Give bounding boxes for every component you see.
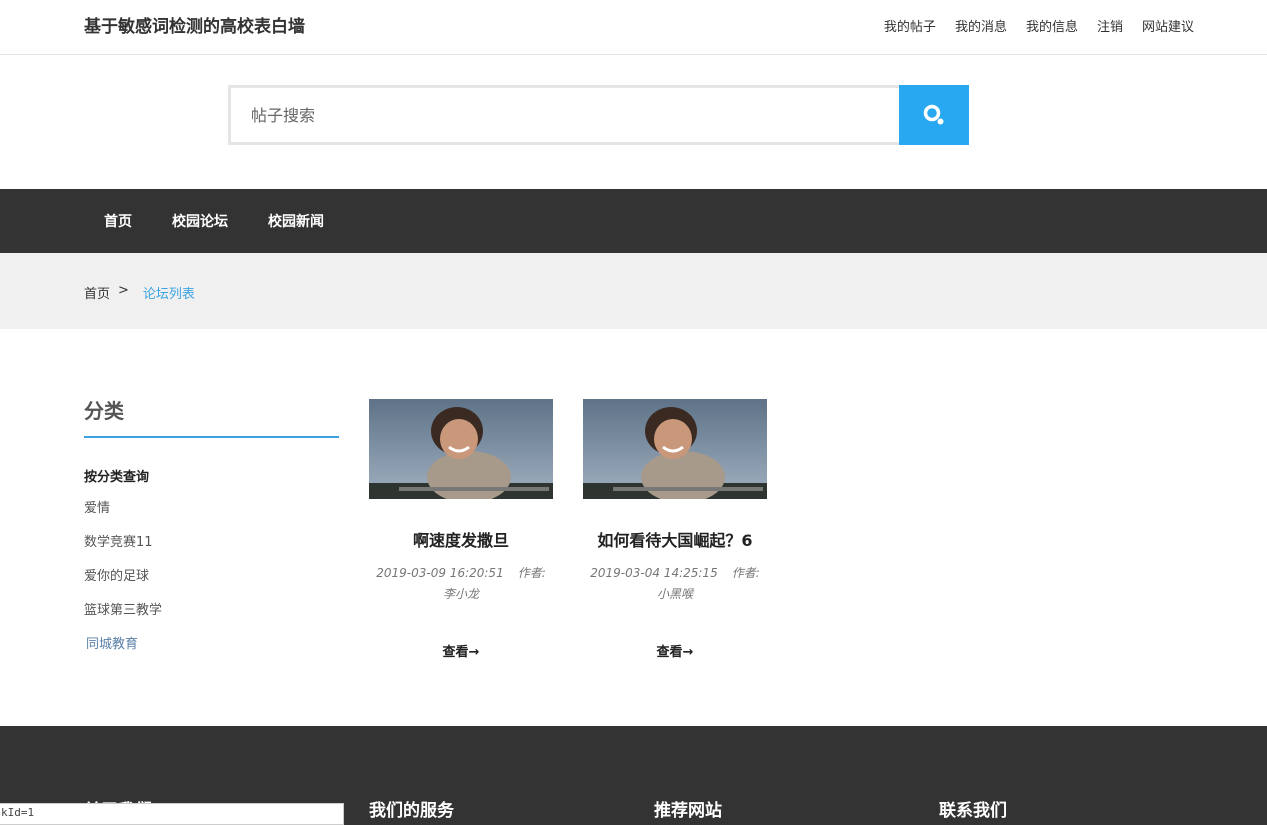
nav-my-info[interactable]: 我的信息 bbox=[1026, 16, 1078, 35]
main-nav-news[interactable]: 校园新闻 bbox=[268, 211, 324, 231]
breadcrumb-current: 论坛列表 bbox=[142, 287, 195, 302]
search-icon bbox=[923, 104, 944, 125]
category-item[interactable]: 爱你的足球 bbox=[84, 567, 339, 601]
site-title[interactable]: 基于敏感词检测的高校表白墙 bbox=[84, 12, 305, 37]
breadcrumb-separator: > bbox=[118, 283, 129, 298]
category-item[interactable]: 篮球第三教学 bbox=[84, 601, 339, 635]
nav-my-posts[interactable]: 我的帖子 bbox=[884, 16, 936, 35]
category-sidebar: 分类 按分类查询 爱情 数学竞赛11 爱你的足球 篮球第三教学 同城教育 bbox=[84, 395, 339, 669]
main-nav: 首页 校园论坛 校园新闻 bbox=[0, 189, 1267, 253]
post-thumbnail[interactable] bbox=[583, 399, 767, 499]
search-button[interactable] bbox=[899, 85, 969, 145]
post-thumbnail[interactable] bbox=[369, 399, 553, 499]
post-date: 2019-03-04 14:25:15 bbox=[590, 566, 718, 580]
view-post-link[interactable]: 查看→ bbox=[369, 641, 553, 660]
post-meta: 2019-03-04 14:25:15 作者: 小黑喉 bbox=[583, 563, 767, 605]
view-post-link[interactable]: 查看→ bbox=[583, 641, 767, 660]
sidebar-title: 分类 bbox=[84, 395, 339, 438]
browser-status-bar: kId=1 bbox=[0, 803, 344, 825]
breadcrumb-home[interactable]: 首页 bbox=[84, 283, 110, 302]
search-input[interactable] bbox=[228, 85, 900, 145]
nav-logout[interactable]: 注销 bbox=[1097, 16, 1123, 35]
post-title[interactable]: 啊速度发撒旦 bbox=[369, 527, 553, 551]
breadcrumb: 首页 > 论坛列表 bbox=[84, 283, 195, 302]
search-bar bbox=[228, 85, 969, 145]
sidebar-subtitle: 按分类查询 bbox=[84, 470, 150, 485]
post-meta: 2019-03-09 16:20:51 作者: 李小龙 bbox=[369, 563, 553, 605]
post-title[interactable]: 如何看待大国崛起？6 bbox=[583, 527, 767, 551]
top-header: 基于敏感词检测的高校表白墙 我的帖子 我的消息 我的信息 注销 网站建议 bbox=[0, 0, 1267, 55]
nav-my-messages[interactable]: 我的消息 bbox=[955, 16, 1007, 35]
main-nav-home[interactable]: 首页 bbox=[104, 211, 132, 231]
footer-links-heading: 推荐网站 bbox=[654, 801, 722, 821]
category-item[interactable]: 数学竞赛11 bbox=[84, 533, 339, 567]
post-date: 2019-03-09 16:20:51 bbox=[376, 566, 504, 580]
post-card: 如何看待大国崛起？6 2019-03-04 14:25:15 作者: 小黑喉 查看… bbox=[583, 399, 767, 660]
main-nav-forum[interactable]: 校园论坛 bbox=[172, 211, 228, 231]
category-list: 爱情 数学竞赛11 爱你的足球 篮球第三教学 同城教育 bbox=[84, 499, 339, 669]
user-nav: 我的帖子 我的消息 我的信息 注销 网站建议 bbox=[884, 16, 1194, 35]
post-card: 啊速度发撒旦 2019-03-09 16:20:51 作者: 李小龙 查看→ bbox=[369, 399, 553, 660]
nav-site-suggestions[interactable]: 网站建议 bbox=[1142, 16, 1194, 35]
footer-services-heading: 我们的服务 bbox=[369, 801, 454, 821]
footer-contact-heading: 联系我们 bbox=[939, 801, 1007, 821]
category-item[interactable]: 同城教育 bbox=[84, 635, 339, 669]
breadcrumb-bar: 首页 > 论坛列表 bbox=[0, 253, 1267, 329]
category-item[interactable]: 爱情 bbox=[84, 499, 339, 533]
